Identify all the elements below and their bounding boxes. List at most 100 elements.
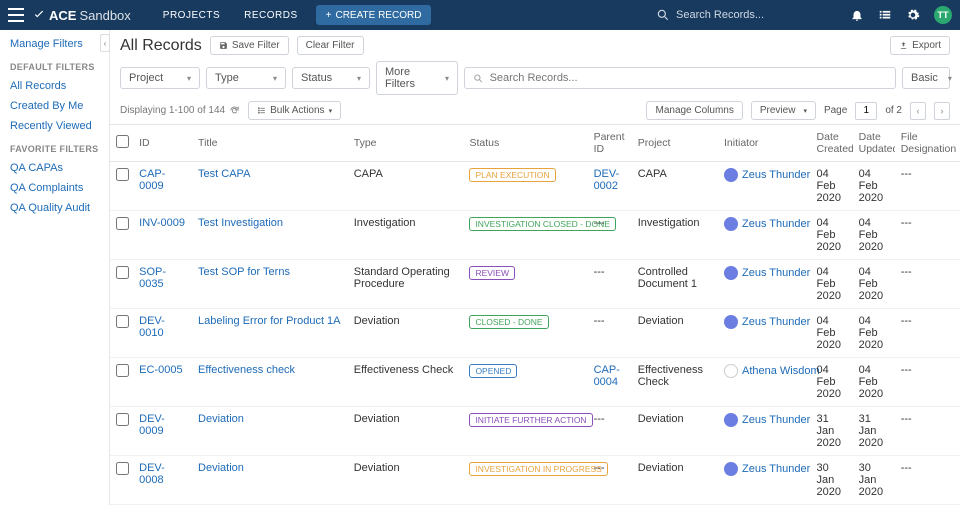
row-checkbox[interactable]: [116, 462, 129, 475]
row-checkbox[interactable]: [116, 266, 129, 279]
col-initiator-header[interactable]: Initiator: [718, 125, 811, 162]
col-fd-header[interactable]: File Designation: [895, 125, 960, 162]
logo[interactable]: ACE Sandbox: [32, 8, 131, 23]
avatar[interactable]: TT: [934, 6, 952, 24]
menu-icon[interactable]: [8, 8, 24, 22]
records-table: ID Title Type Status Parent ID Project I…: [110, 125, 960, 505]
file-designation-cell: ---: [895, 309, 960, 358]
chevron-down-icon: ▾: [948, 74, 952, 83]
sidebar-item-created-by-me[interactable]: Created By Me: [10, 100, 99, 112]
col-du-header[interactable]: Date Updated: [853, 125, 895, 162]
sidebar-item-qa-complaints[interactable]: QA Complaints: [10, 182, 99, 194]
row-checkbox[interactable]: [116, 413, 129, 426]
row-checkbox[interactable]: [116, 217, 129, 230]
initiator-link[interactable]: Zeus Thunder: [742, 414, 810, 426]
record-title-link[interactable]: Deviation: [198, 462, 244, 474]
row-checkbox[interactable]: [116, 315, 129, 328]
bulk-actions-button[interactable]: Bulk Actions ▾: [248, 101, 341, 120]
type-cell: Deviation: [348, 456, 464, 505]
avatar-icon: [724, 413, 738, 427]
record-id-link[interactable]: SOP-0035: [139, 266, 166, 290]
initiator-link[interactable]: Zeus Thunder: [742, 169, 810, 181]
record-title-link[interactable]: Test CAPA: [198, 168, 250, 180]
save-filter-button[interactable]: Save Filter: [210, 36, 289, 55]
record-title-link[interactable]: Deviation: [198, 413, 244, 425]
initiator-link[interactable]: Zeus Thunder: [742, 316, 810, 328]
row-checkbox[interactable]: [116, 364, 129, 377]
col-type-header[interactable]: Type: [348, 125, 464, 162]
initiator-link[interactable]: Zeus Thunder: [742, 463, 810, 475]
prev-page-button[interactable]: ‹: [910, 102, 926, 120]
table-header-row: ID Title Type Status Parent ID Project I…: [110, 125, 960, 162]
col-project-header[interactable]: Project: [632, 125, 718, 162]
initiator-link[interactable]: Zeus Thunder: [742, 218, 810, 230]
record-title-link[interactable]: Labeling Error for Product 1A: [198, 315, 340, 327]
refresh-icon[interactable]: [229, 105, 240, 116]
col-dc-header[interactable]: Date Created: [811, 125, 853, 162]
status-filter[interactable]: Status▾: [292, 67, 370, 89]
date-created-cell: 04 Feb 2020: [811, 211, 853, 260]
col-status-header[interactable]: Status: [463, 125, 587, 162]
next-page-button[interactable]: ›: [934, 102, 950, 120]
records-table-wrap[interactable]: ID Title Type Status Parent ID Project I…: [110, 124, 960, 505]
list-icon[interactable]: [878, 8, 892, 22]
row-checkbox[interactable]: [116, 168, 129, 181]
table-row: SOP-0035 Test SOP for Terns Standard Ope…: [110, 260, 960, 309]
manage-filters-link[interactable]: Manage Filters: [10, 38, 99, 50]
record-id-link[interactable]: DEV-0008: [139, 462, 165, 486]
avatar-icon: [724, 364, 738, 378]
parent-link[interactable]: CAP-0004: [594, 364, 620, 388]
record-id-link[interactable]: CAP-0009: [139, 168, 165, 192]
file-designation-cell: ---: [895, 211, 960, 260]
type-cell: Deviation: [348, 309, 464, 358]
project-filter[interactable]: Project▾: [120, 67, 200, 89]
sidebar-item-all-records[interactable]: All Records: [10, 80, 99, 92]
status-badge: REVIEW: [469, 266, 515, 280]
page-of-text: of 2: [885, 105, 902, 116]
record-id-link[interactable]: INV-0009: [139, 217, 185, 229]
select-all-checkbox[interactable]: [116, 135, 129, 148]
record-title-link[interactable]: Test SOP for Terns: [198, 266, 290, 278]
type-filter[interactable]: Type▾: [206, 67, 286, 89]
collapse-sidebar-button[interactable]: ‹: [100, 34, 110, 52]
record-id-link[interactable]: DEV-0010: [139, 315, 165, 339]
export-button[interactable]: Export: [890, 36, 950, 55]
page-input[interactable]: [855, 102, 877, 120]
more-filters[interactable]: More Filters▾: [376, 61, 458, 95]
nav-projects[interactable]: PROJECTS: [151, 0, 232, 30]
main-search-input[interactable]: [490, 72, 887, 84]
record-id-link[interactable]: DEV-0009: [139, 413, 165, 437]
col-parent-header[interactable]: Parent ID: [588, 125, 632, 162]
preview-label: Preview: [760, 105, 796, 116]
basic-toggle[interactable]: Basic▾: [902, 67, 950, 89]
top-search[interactable]: [656, 8, 836, 22]
record-id-link[interactable]: EC-0005: [139, 364, 182, 376]
sidebar-item-recently-viewed[interactable]: Recently Viewed: [10, 120, 99, 132]
col-title-header[interactable]: Title: [192, 125, 348, 162]
initiator-link[interactable]: Zeus Thunder: [742, 267, 810, 279]
parent-cell: ---: [588, 309, 632, 358]
create-record-button[interactable]: + CREATE RECORD: [316, 5, 432, 25]
chevron-down-icon: ▾: [187, 74, 191, 83]
col-id-header[interactable]: ID: [133, 125, 192, 162]
sidebar-item-qa-capas[interactable]: QA CAPAs: [10, 162, 99, 174]
table-row: DEV-0008 Deviation Deviation INVESTIGATI…: [110, 456, 960, 505]
record-title-link[interactable]: Test Investigation: [198, 217, 283, 229]
nav-records[interactable]: RECORDS: [232, 0, 310, 30]
main-search[interactable]: [464, 67, 896, 89]
manage-columns-button[interactable]: Manage Columns: [646, 101, 742, 120]
gear-icon[interactable]: [906, 8, 920, 22]
clear-filter-button[interactable]: Clear Filter: [297, 36, 364, 55]
preview-button[interactable]: Preview ▾: [751, 101, 816, 120]
top-search-input[interactable]: [676, 9, 816, 21]
sidebar-item-qa-quality-audit[interactable]: QA Quality Audit: [10, 202, 99, 214]
initiator-link[interactable]: Athena Wisdom: [742, 365, 820, 377]
project-cell: Investigation: [632, 211, 718, 260]
record-title-link[interactable]: Effectiveness check: [198, 364, 295, 376]
chevron-down-icon: ▾: [803, 107, 807, 115]
bell-icon[interactable]: [850, 8, 864, 22]
chevron-down-icon: ▾: [273, 74, 277, 83]
search-icon: [656, 8, 670, 22]
parent-link[interactable]: DEV-0002: [594, 168, 620, 192]
date-created-cell: 04 Feb 2020: [811, 260, 853, 309]
